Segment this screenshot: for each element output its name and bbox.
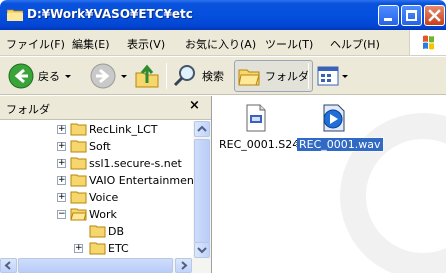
folder-icon <box>70 191 87 204</box>
expand-icon[interactable]: + <box>57 142 66 151</box>
tree-item-label: RecLink_LCT <box>89 123 158 136</box>
expand-icon[interactable]: + <box>74 244 83 253</box>
folder-icon <box>70 123 87 136</box>
file-view[interactable]: REC_0001.S24 REC_0001.wav <box>213 96 446 273</box>
folder-tree: + RecLink_LCT + Soft + ssl1.secure-s.net… <box>0 121 193 258</box>
views-button[interactable] <box>317 60 348 92</box>
chevron-right-icon <box>181 261 188 270</box>
menu-tools[interactable]: ツール(T) <box>265 36 313 52</box>
hscroll-thumb[interactable] <box>18 258 173 273</box>
chevron-down-icon <box>197 247 207 254</box>
generic-file-icon <box>246 104 266 132</box>
scroll-left-button[interactable] <box>0 258 17 273</box>
chevron-left-icon <box>4 261 11 270</box>
folders-icon <box>238 69 260 86</box>
tree-item-soft[interactable]: + Soft <box>0 138 193 155</box>
scroll-down-button[interactable] <box>194 242 210 258</box>
minimize-button[interactable] <box>378 5 399 26</box>
folder-icon <box>70 140 87 153</box>
open-folder-icon <box>70 208 87 221</box>
scroll-thumb[interactable] <box>194 139 210 243</box>
menu-file[interactable]: ファイル(F) <box>6 36 65 52</box>
scroll-right-button[interactable] <box>175 258 192 273</box>
window-title: D:¥Work¥VASO¥ETC¥etc <box>27 7 193 21</box>
views-dropdown-icon[interactable] <box>342 74 348 78</box>
tree-item-label: Voice <box>89 191 119 204</box>
up-folder-button[interactable] <box>134 60 160 92</box>
folders-label: フォルダ <box>265 70 309 83</box>
folder-icon <box>70 174 87 187</box>
tree-item-label: ssl1.secure-s.net <box>89 157 182 170</box>
folder-icon <box>89 225 106 238</box>
expand-icon[interactable]: + <box>57 176 66 185</box>
search-label: 検索 <box>202 70 224 83</box>
menu-help[interactable]: ヘルプ(H) <box>330 36 380 52</box>
forward-arrow-icon <box>90 63 116 89</box>
menu-edit[interactable]: 編集(E) <box>72 36 110 52</box>
views-icon <box>317 66 339 86</box>
search-icon <box>173 65 195 87</box>
back-button[interactable]: 戻る <box>8 60 71 92</box>
scroll-up-button[interactable] <box>194 121 210 137</box>
maximize-button[interactable] <box>401 5 422 26</box>
folder-pane-header: フォルダ × <box>0 96 211 120</box>
folder-icon <box>7 9 23 21</box>
search-button[interactable]: 検索 <box>172 60 224 92</box>
folder-pane-title: フォルダ <box>6 103 50 116</box>
tree-item-ssl1[interactable]: + ssl1.secure-s.net <box>0 155 193 172</box>
close-button[interactable] <box>424 5 445 26</box>
toolbar: 戻る 検索 フォルダ <box>0 57 446 95</box>
folder-icon <box>70 157 87 170</box>
chevron-up-icon <box>197 125 207 132</box>
menu-favorites[interactable]: お気に入り(A) <box>185 36 256 52</box>
tree-item-db[interactable]: DB <box>0 223 193 240</box>
folders-button[interactable]: フォルダ <box>234 60 313 92</box>
close-icon <box>428 9 441 22</box>
expand-icon[interactable]: + <box>57 159 66 168</box>
file-name: REC_0001.wav <box>296 137 384 152</box>
file-name: REC_0001.S24 <box>219 138 300 151</box>
collapse-icon[interactable]: − <box>57 210 66 219</box>
tree-item-label: Work <box>89 208 117 221</box>
tree-item-label: VAIO Entertainment <box>89 174 193 187</box>
tree-item-etc[interactable]: + ETC <box>0 240 193 257</box>
folder-icon <box>89 242 106 255</box>
vertical-scrollbar[interactable] <box>193 121 211 258</box>
title-bar[interactable]: D:¥Work¥VASO¥ETC¥etc <box>0 0 446 30</box>
menu-bar: ファイル(F) 編集(E) 表示(V) お気に入り(A) ツール(T) ヘルプ(… <box>0 30 446 56</box>
menu-view[interactable]: 表示(V) <box>127 36 165 52</box>
media-player-file-icon <box>323 104 345 132</box>
tree-item-reclink[interactable]: + RecLink_LCT <box>0 121 193 138</box>
forward-button[interactable] <box>90 60 127 92</box>
tree-item-work[interactable]: − Work <box>0 206 193 223</box>
up-folder-icon <box>135 64 159 88</box>
tree-item-label: Soft <box>89 140 111 153</box>
back-dropdown-icon[interactable] <box>65 74 71 78</box>
expand-icon[interactable]: + <box>57 193 66 202</box>
horizontal-scrollbar[interactable] <box>0 258 211 273</box>
folder-pane: フォルダ × + RecLink_LCT + Soft + ssl1.secur… <box>0 96 212 273</box>
tree-item-label: DB <box>108 225 125 238</box>
tree-item-voice[interactable]: + Voice <box>0 189 193 206</box>
back-arrow-icon <box>8 63 34 89</box>
windows-logo-icon <box>409 30 446 55</box>
tree-item-label: ETC <box>108 242 129 255</box>
forward-dropdown-icon[interactable] <box>121 74 127 78</box>
folder-pane-close-button[interactable]: × <box>189 98 200 113</box>
watermark-icon <box>340 113 446 273</box>
back-label: 戻る <box>38 70 60 83</box>
expand-icon[interactable]: + <box>57 125 66 134</box>
tree-item-vaio[interactable]: + VAIO Entertainment <box>0 172 193 189</box>
